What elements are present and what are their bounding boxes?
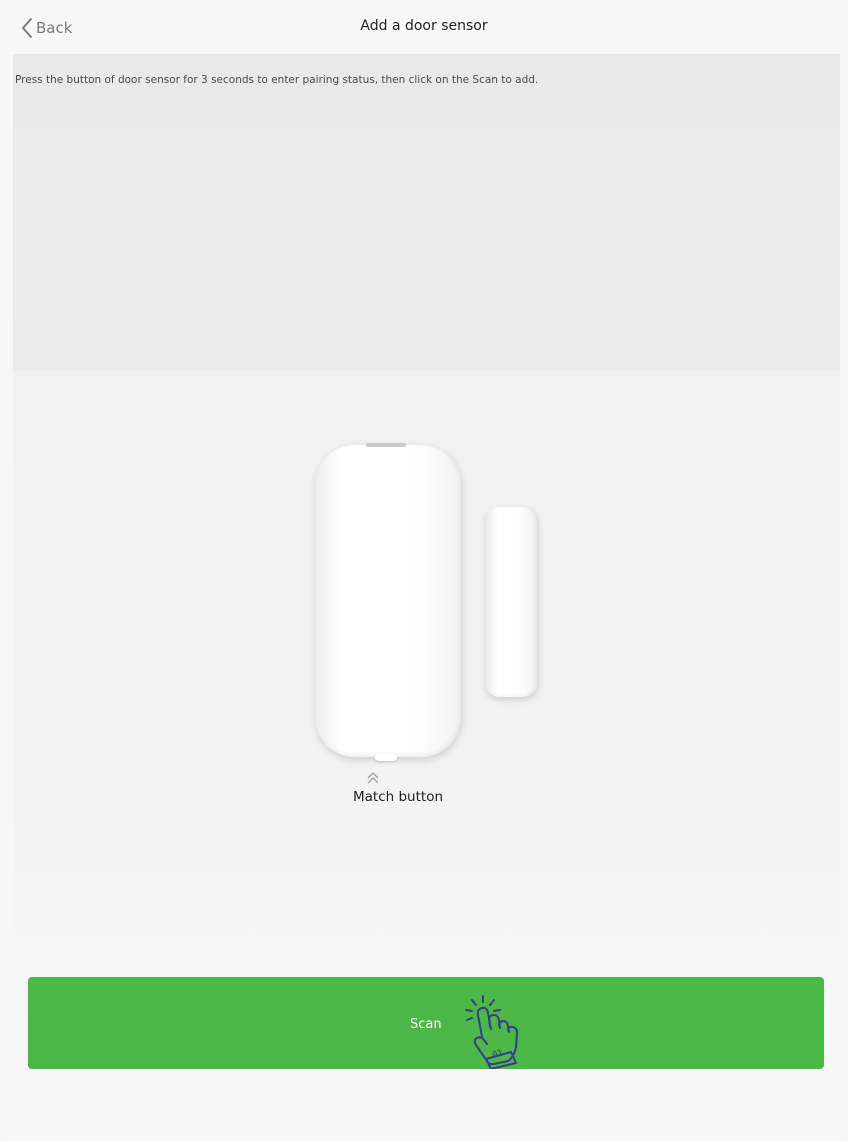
sensor-top-strip: [366, 443, 406, 447]
instruction-text: Press the button of door sensor for 3 se…: [15, 74, 539, 86]
pointing-hand-icon: 01: [465, 995, 518, 1069]
match-button-label: Match button: [353, 789, 444, 805]
scan-button[interactable]: Scan 01: [28, 977, 824, 1069]
door-sensor-magnet-image: [485, 507, 537, 697]
door-sensor-image: [315, 443, 461, 761]
sensor-match-button: [375, 754, 397, 761]
double-chevron-up-icon: [367, 772, 379, 784]
svg-text:01: 01: [491, 1048, 504, 1060]
navigation-bar: Back Add a door sensor: [0, 0, 848, 54]
scan-label: Scan: [410, 1017, 442, 1032]
page-title: Add a door sensor: [360, 18, 488, 34]
